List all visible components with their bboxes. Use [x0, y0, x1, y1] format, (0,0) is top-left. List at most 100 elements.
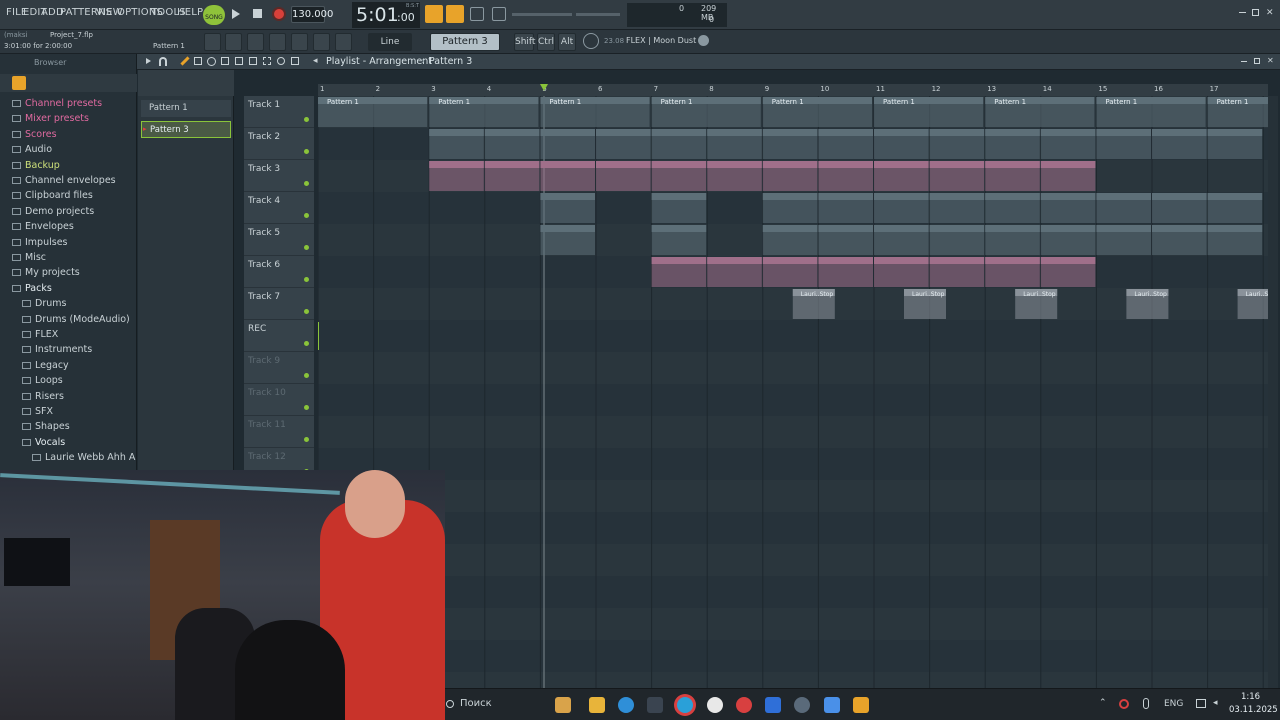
browser-item[interactable]: Risers	[22, 391, 64, 406]
minimize-icon[interactable]	[1239, 12, 1246, 13]
picker-item-pattern-1[interactable]: Pattern 1	[141, 100, 231, 117]
track-led-icon[interactable]	[304, 309, 309, 314]
paint-tool-icon[interactable]	[194, 57, 202, 65]
browser-item[interactable]: Backup	[12, 160, 60, 175]
track-header[interactable]: Track 4	[244, 192, 314, 224]
track-led-icon[interactable]	[304, 373, 309, 378]
taskbar-search-label[interactable]: Поиск	[460, 698, 492, 709]
magnet-icon[interactable]	[159, 57, 167, 66]
browser-item[interactable]: Drums (ModeAudio)	[22, 314, 130, 329]
browser-item[interactable]: Loops	[22, 375, 63, 390]
browser-item[interactable]: Drums	[22, 298, 66, 313]
fl-studio-icon[interactable]	[853, 697, 869, 713]
track-led-icon[interactable]	[304, 117, 309, 122]
browser-item[interactable]: Packs	[12, 283, 52, 298]
browser-item[interactable]: Channel presets	[12, 98, 102, 113]
tray-language[interactable]: ENG	[1164, 699, 1183, 709]
track-led-icon[interactable]	[304, 149, 309, 154]
monitor-app-icon[interactable]	[824, 697, 840, 713]
plugin-picker-icon[interactable]	[291, 33, 308, 51]
step-edit-icon[interactable]	[492, 7, 506, 21]
browser-item[interactable]: Shapes	[22, 421, 70, 436]
track-led-icon[interactable]	[304, 405, 309, 410]
browser-item[interactable]: Envelopes	[12, 221, 74, 236]
browser-item[interactable]: Impulses	[12, 237, 68, 252]
back-arrow-icon[interactable]: ◂	[313, 56, 318, 66]
track-led-icon[interactable]	[304, 341, 309, 346]
browser-item[interactable]: Audio	[12, 144, 52, 159]
playlist-toggle-icon[interactable]	[204, 33, 221, 51]
news-icon[interactable]	[583, 33, 599, 49]
browser-item[interactable]: Legacy	[22, 360, 69, 375]
pattern-selector[interactable]: Pattern 3	[430, 33, 500, 51]
maximize-icon[interactable]	[1252, 9, 1259, 16]
tray-mic-icon[interactable]	[1143, 698, 1149, 709]
telegram-icon[interactable]	[677, 697, 693, 713]
steam-icon[interactable]	[794, 697, 810, 713]
delete-tool-icon[interactable]	[207, 57, 216, 66]
ctrl-key-button[interactable]: Ctrl	[537, 33, 555, 51]
track-header[interactable]: REC	[244, 320, 314, 352]
master-volume-slider[interactable]	[512, 13, 572, 16]
alt-key-button[interactable]: Alt	[558, 33, 576, 51]
metronome-icon[interactable]	[425, 5, 443, 23]
shield-icon[interactable]	[765, 697, 781, 713]
song-mode-toggle[interactable]: SONG	[203, 5, 225, 25]
pitch-slider[interactable]	[576, 13, 620, 16]
loop-record-icon[interactable]	[470, 7, 484, 21]
yandex-browser-icon[interactable]	[736, 697, 752, 713]
browser-item[interactable]: FLEX	[22, 329, 58, 344]
pencil-tool-icon[interactable]	[180, 56, 190, 66]
browser-item[interactable]: Laurie Webb Ahh A	[32, 452, 135, 467]
stop-button[interactable]	[253, 9, 262, 18]
track-header[interactable]: Track 3	[244, 160, 314, 192]
menu-help[interactable]: HELP	[177, 7, 203, 18]
browser-item[interactable]: Misc	[12, 252, 46, 267]
tempo-display[interactable]: 130.000	[291, 6, 333, 23]
tray-chevron-icon[interactable]: ⌃	[1099, 698, 1107, 708]
playback-tool-icon[interactable]	[291, 57, 299, 65]
track-led-icon[interactable]	[304, 213, 309, 218]
browser-item[interactable]: My projects	[12, 267, 80, 282]
browser-item[interactable]: Vocals	[22, 437, 65, 452]
track-header[interactable]: Track 10	[244, 384, 314, 416]
track-header[interactable]: Track 1	[244, 96, 314, 128]
slip-tool-icon[interactable]	[235, 57, 243, 65]
globe-icon[interactable]	[698, 35, 709, 46]
browser-item[interactable]: Demo projects	[12, 206, 94, 221]
taskbar-search-icon[interactable]	[446, 700, 454, 708]
track-led-icon[interactable]	[304, 245, 309, 250]
close-icon[interactable]: ✕	[1266, 8, 1274, 18]
select-tool-icon[interactable]	[263, 57, 271, 65]
track-header[interactable]: Track 7	[244, 288, 314, 320]
playhead-marker[interactable]	[540, 84, 548, 91]
file-explorer-icon[interactable]	[589, 697, 605, 713]
snap-select[interactable]: Line	[368, 33, 412, 51]
track-header[interactable]: Track 5	[244, 224, 314, 256]
yandex-icon[interactable]	[707, 697, 723, 713]
mic-icon[interactable]	[335, 33, 352, 51]
playlist-grid[interactable]: Pattern 1 Pattern 1 Pattern 1 Pattern 1 Patt…	[315, 96, 1280, 704]
track-led-icon[interactable]	[304, 437, 309, 442]
channel-rack-icon[interactable]	[247, 33, 264, 51]
browser-item[interactable]: Clipboard files	[12, 190, 93, 205]
tray-volume-icon[interactable]: ◂	[1213, 698, 1218, 708]
browser-item[interactable]: Instruments	[22, 344, 92, 359]
play-button[interactable]	[232, 9, 240, 19]
search-highlight-icon[interactable]	[555, 697, 571, 713]
countdown-icon[interactable]	[446, 5, 464, 23]
playlist-scrollbar[interactable]	[1268, 96, 1278, 688]
timeline-ruler[interactable]: 1 2 3 4 5 6 7 8 9 10 11 12 13 14 15 16 17	[318, 84, 1268, 96]
track-led-icon[interactable]	[304, 277, 309, 282]
track-led-icon[interactable]	[304, 181, 309, 186]
browser-item[interactable]: SFX	[22, 406, 53, 421]
zoom-tool-icon[interactable]	[277, 57, 285, 65]
browser-item[interactable]: Channel envelopes	[12, 175, 116, 190]
shift-key-button[interactable]: Shift	[514, 33, 535, 51]
browser-item[interactable]: Scores	[12, 129, 57, 144]
slice-tool-icon[interactable]	[249, 57, 257, 65]
playlist-minimize-icon[interactable]	[1241, 61, 1247, 62]
record-button[interactable]	[272, 7, 286, 21]
store-icon[interactable]	[647, 697, 663, 713]
playlist-close-icon[interactable]: ✕	[1267, 56, 1274, 65]
